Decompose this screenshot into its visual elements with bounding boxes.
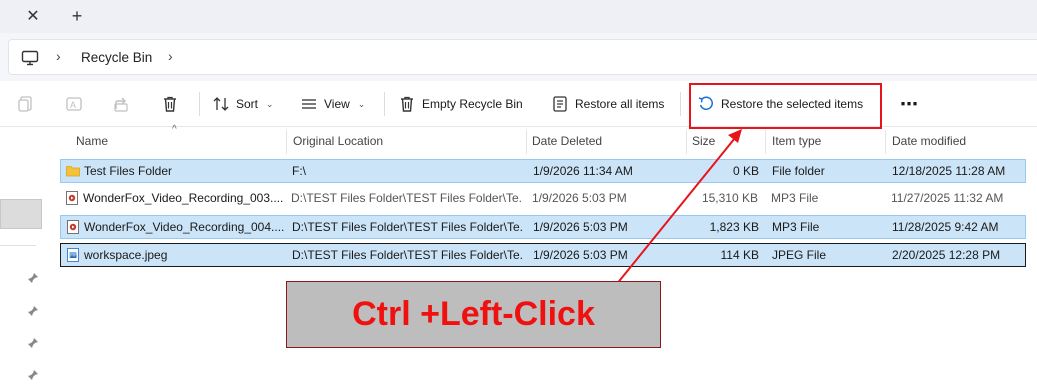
address-bar[interactable]: › Recycle Bin › (8, 39, 1037, 75)
date-modified: 11/27/2025 11:32 AM (891, 191, 1004, 205)
toolbar-divider (199, 92, 200, 116)
date-deleted: 1/9/2026 5:03 PM (533, 248, 628, 262)
rename-icon[interactable]: A (65, 95, 83, 113)
file-name: WonderFox_Video_Recording_003.... (83, 191, 283, 205)
column-size[interactable]: Size (686, 127, 764, 155)
toolbar-divider (680, 92, 681, 116)
pc-monitor-icon (21, 50, 39, 66)
chevron-down-icon: ⌄ (266, 98, 274, 109)
table-row[interactable]: WonderFox_Video_Recording_004.... D:\TES… (60, 215, 1026, 239)
item-type: MP3 File (771, 191, 819, 205)
item-type: MP3 File (772, 220, 820, 234)
chevron-down-icon: ⌄ (357, 98, 366, 109)
date-modified: 11/28/2025 9:42 AM (892, 220, 999, 234)
item-type: JPEG File (772, 248, 827, 262)
folder-icon (66, 166, 80, 177)
trash-icon[interactable] (161, 95, 179, 113)
tab-strip: ✕ + (0, 0, 1037, 33)
table-row[interactable]: Test Files Folder F:\ 1/9/2026 11:34 AM … (60, 159, 1026, 183)
file-size: 0 KB (732, 164, 759, 178)
column-date-modified[interactable]: Date modified (886, 127, 1026, 155)
restore-all-icon (553, 96, 567, 112)
pin-icon[interactable] (27, 369, 39, 381)
file-size: 114 KB (720, 248, 759, 262)
media-file-icon (66, 191, 78, 205)
original-location: D:\TEST Files Folder\TEST Files Folder\T… (292, 248, 522, 262)
file-name: workspace.jpeg (84, 248, 168, 262)
date-modified: 2/20/2025 12:28 PM (892, 248, 1001, 262)
address-row: › Recycle Bin › (0, 33, 1037, 81)
view-button[interactable]: View ⌄ (300, 81, 365, 127)
column-name[interactable]: Name (70, 127, 284, 155)
empty-recycle-bin-label: Empty Recycle Bin (422, 97, 523, 111)
column-original-location[interactable]: Original Location (287, 127, 524, 155)
pin-icon[interactable] (27, 337, 39, 349)
original-location: F:\ (292, 164, 306, 178)
table-row[interactable]: workspace.jpeg D:\TEST Files Folder\TEST… (60, 243, 1026, 267)
copy-icon[interactable] (17, 95, 35, 113)
file-name: WonderFox_Video_Recording_004.... (84, 220, 284, 234)
pin-icon[interactable] (27, 272, 39, 284)
file-size: 15,310 KB (701, 191, 758, 205)
column-item-type[interactable]: Item type (766, 127, 884, 155)
empty-recycle-bin-button[interactable]: Empty Recycle Bin (398, 81, 523, 127)
sort-button[interactable]: Sort ⌄ (212, 81, 274, 127)
nav-selected-item[interactable] (0, 199, 42, 229)
date-deleted: 1/9/2026 5:03 PM (532, 191, 627, 205)
nav-divider (0, 245, 36, 246)
breadcrumb-separator-icon[interactable]: › (56, 48, 61, 64)
more-options-button[interactable]: ⋯ (900, 81, 918, 127)
image-file-icon (67, 248, 79, 262)
date-deleted: 1/9/2026 11:34 AM (533, 164, 633, 178)
toolbar-divider (384, 92, 385, 116)
table-row[interactable]: WonderFox_Video_Recording_003.... D:\TES… (60, 187, 1026, 211)
date-deleted: 1/9/2026 5:03 PM (533, 220, 628, 234)
file-size: 1,823 KB (709, 220, 759, 234)
original-location: D:\TEST Files Folder\TEST Files Folder\T… (292, 220, 522, 234)
sort-label: Sort (236, 97, 259, 111)
date-modified: 12/18/2025 11:28 AM (892, 164, 1006, 178)
file-name: Test Files Folder (84, 164, 173, 178)
breadcrumb-recycle-bin[interactable]: Recycle Bin (81, 50, 152, 65)
view-icon (302, 99, 316, 109)
column-date-deleted[interactable]: Date Deleted (526, 127, 684, 155)
new-tab-button[interactable]: + (66, 6, 88, 26)
item-type: File folder (772, 164, 825, 178)
annotation-callout: Ctrl +Left-Click (286, 281, 661, 348)
restore-all-button[interactable]: Restore all items (551, 81, 664, 127)
restore-all-label: Restore all items (575, 97, 665, 111)
close-tab-button[interactable]: ✕ (22, 7, 44, 27)
highlight-frame (689, 83, 882, 129)
share-icon[interactable] (113, 95, 131, 113)
sort-icon (213, 97, 229, 111)
trash-icon (401, 96, 413, 112)
pin-icon[interactable] (27, 305, 39, 317)
svg-text:A: A (70, 100, 76, 110)
original-location: D:\TEST Files Folder\TEST Files Folder\T… (291, 191, 521, 205)
media-file-icon (67, 220, 79, 234)
breadcrumb-separator-icon[interactable]: › (168, 48, 173, 64)
view-label: View (324, 97, 350, 111)
